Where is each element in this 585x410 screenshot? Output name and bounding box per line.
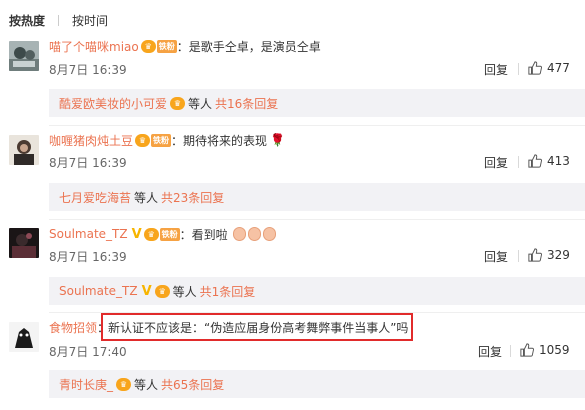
emoji-group — [231, 227, 276, 241]
comment-divider — [49, 219, 585, 220]
fan-badge: 铁粉 — [151, 133, 172, 147]
vip-crown-icon: ♛ — [143, 227, 159, 241]
thumbs-up-icon — [528, 248, 542, 262]
comment-line: Soulmate_TZ V ♛ 铁粉 ： 看到啦 — [49, 225, 276, 243]
sub-replies-box[interactable]: 青时长庚_ ♛ 等人 共65条回复 — [49, 370, 585, 398]
action-divider — [518, 156, 519, 168]
thumbs-up-icon — [528, 154, 542, 168]
sub-reply-username[interactable]: 酷爱欧美妆的小可爱 — [59, 95, 167, 112]
sub-reply-username[interactable]: 七月爱吃海苔 — [59, 189, 131, 206]
sub-replies-box[interactable]: 酷爱欧美妆的小可爱 ♛ 等人 共16条回复 — [49, 89, 585, 117]
colon: ： — [179, 227, 192, 242]
avatar[interactable] — [9, 228, 39, 258]
clap-emoji-icon — [247, 227, 261, 241]
reply-button[interactable]: 回复 — [484, 248, 508, 264]
sub-reply-etc: 等人 — [134, 377, 159, 392]
comment-text: 期待将来的表现 — [183, 133, 268, 148]
sub-reply-count[interactable]: 共65条回复 — [161, 376, 224, 393]
comment-text: 是歌手仝卓，是演员仝卓 — [188, 39, 321, 54]
comment-line: 咖喱猪肉炖土豆 ♛ 铁粉 ： 期待将来的表现 🌹 — [49, 131, 285, 149]
verified-v-icon: V — [141, 283, 152, 299]
comment-line: 喵了个喵咪miao ♛ 铁粉 ： 是歌手仝卓，是演员仝卓 — [49, 37, 321, 55]
comment-username[interactable]: Soulmate_TZ — [49, 227, 128, 241]
sub-reply-count[interactable]: 共1条回复 — [200, 283, 256, 300]
like-count: 1059 — [539, 343, 570, 357]
reply-button[interactable]: 回复 — [478, 343, 502, 359]
sub-replies-box[interactable]: Soulmate_TZ V ♛ 等人 共1条回复 — [49, 277, 585, 305]
sub-reply-count[interactable]: 共23条回复 — [161, 189, 224, 206]
avatar-image — [9, 228, 39, 258]
action-divider — [518, 63, 519, 75]
comment-timestamp: 8月7日 16:39 — [49, 155, 127, 170]
vip-crown-icon: ♛ — [154, 284, 170, 298]
reply-button[interactable]: 回复 — [484, 61, 508, 77]
sort-divider — [58, 14, 60, 26]
sub-reply-etc: 等人 — [172, 284, 197, 299]
action-divider — [518, 250, 519, 262]
vip-crown-icon: ♛ — [135, 133, 151, 147]
thumbs-up-icon — [520, 343, 534, 357]
comment-timestamp: 8月7日 16:39 — [49, 62, 127, 77]
clap-emoji-icon — [232, 227, 246, 241]
like-button[interactable]: 329 — [528, 247, 570, 263]
member-badge[interactable]: ♛ 铁粉 — [143, 227, 180, 241]
sort-by-hot-tab[interactable]: 按热度 — [9, 12, 45, 29]
comment-divider — [49, 125, 585, 126]
action-divider — [510, 345, 511, 357]
fan-badge: 铁粉 — [156, 39, 177, 53]
reply-button[interactable]: 回复 — [484, 154, 508, 170]
avatar[interactable] — [9, 41, 39, 71]
clap-emoji-icon — [262, 227, 276, 241]
sub-reply-count[interactable]: 共16条回复 — [215, 95, 278, 112]
vip-crown-icon: ♛ — [116, 377, 132, 391]
comment-text: 新认证不应该是：“伪造应届身份高考舞弊事件当事人”吗 — [108, 320, 409, 335]
comment-timestamp: 8月7日 17:40 — [49, 344, 127, 359]
member-badge[interactable]: ♛ 铁粉 — [140, 39, 177, 53]
sub-replies-box[interactable]: 七月爱吃海苔 等人 共23条回复 — [49, 183, 585, 211]
like-count: 477 — [547, 61, 570, 75]
comment-username[interactable]: 咖喱猪肉炖土豆 — [49, 132, 133, 149]
sub-reply-etc: 等人 — [134, 190, 159, 205]
colon: ： — [171, 133, 184, 148]
like-button[interactable]: 477 — [528, 60, 570, 76]
sub-reply-username[interactable]: 青时长庚_ — [59, 376, 113, 393]
like-count: 329 — [547, 248, 570, 262]
avatar[interactable] — [9, 135, 39, 165]
sort-by-time-tab[interactable]: 按时间 — [72, 12, 108, 29]
avatar-image — [9, 135, 39, 165]
like-count: 413 — [547, 154, 570, 168]
sub-reply-etc: 等人 — [188, 96, 213, 111]
like-button[interactable]: 1059 — [520, 342, 570, 358]
thumbs-up-icon — [528, 61, 542, 75]
fan-badge: 铁粉 — [159, 227, 180, 241]
like-button[interactable]: 413 — [528, 153, 570, 169]
rose-emoji-icon: 🌹 — [270, 133, 285, 147]
avatar[interactable] — [9, 322, 39, 352]
vip-crown-icon: ♛ — [140, 39, 156, 53]
comment-username[interactable]: 食物招领 — [49, 319, 97, 336]
colon: ： — [176, 39, 189, 54]
sort-bar: 按热度 按时间 — [9, 10, 108, 30]
comment-timestamp: 8月7日 16:39 — [49, 249, 127, 264]
avatar-image — [9, 322, 39, 352]
avatar-image — [9, 41, 39, 71]
comment-username[interactable]: 喵了个喵咪miao — [49, 38, 139, 55]
member-badge[interactable]: ♛ 铁粉 — [135, 133, 172, 147]
vip-crown-icon: ♛ — [170, 96, 186, 110]
verified-v-icon: V — [131, 226, 142, 242]
comment-text: 看到啦 — [191, 227, 228, 242]
sub-reply-username[interactable]: Soulmate_TZ — [59, 284, 138, 298]
